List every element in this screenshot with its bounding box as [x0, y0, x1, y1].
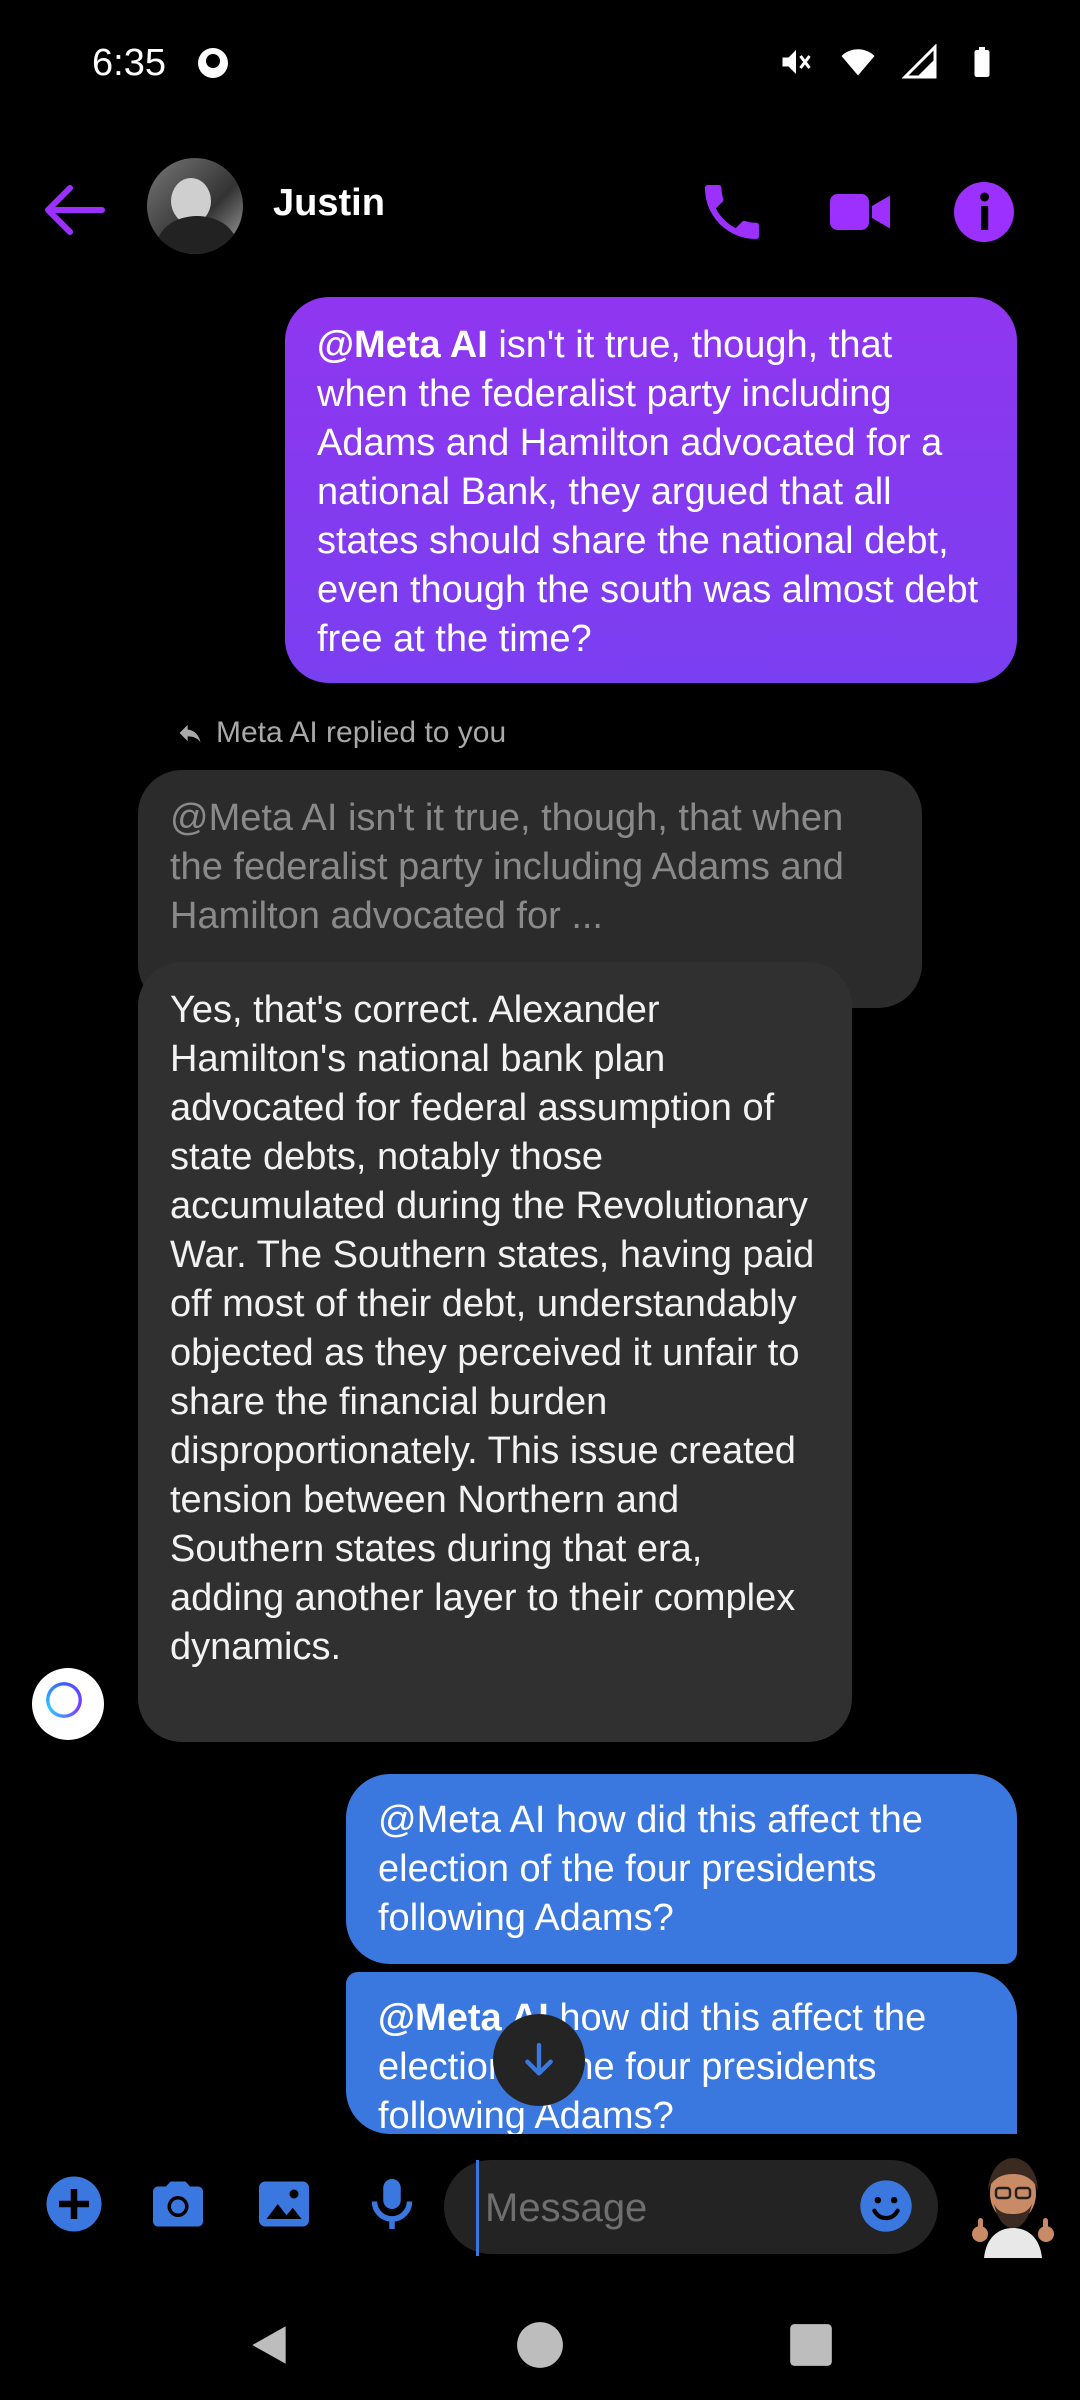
message-text: @Meta AI how did this affect the electio…: [378, 1799, 923, 1939]
mention-meta-ai[interactable]: @Meta AI: [317, 324, 488, 366]
notification-icon: [198, 48, 228, 78]
reply-label-text: Meta AI replied to you: [216, 716, 507, 749]
mute-icon: [782, 50, 811, 74]
info-icon[interactable]: [948, 176, 1020, 248]
status-bar: 6:35: [0, 0, 1080, 140]
contact-avatar[interactable]: [147, 158, 243, 254]
gallery-icon[interactable]: [254, 2174, 314, 2234]
chat-header: Justin: [0, 150, 1080, 270]
system-nav-bar: [0, 2284, 1080, 2400]
outgoing-message[interactable]: @Meta AI how did this affect the electio…: [346, 1774, 1017, 1964]
meta-ai-ring-icon: [46, 1682, 82, 1718]
nav-home-icon[interactable]: [515, 2320, 565, 2370]
contact-name[interactable]: Justin: [273, 182, 385, 225]
wifi-icon: [841, 49, 875, 76]
message-input[interactable]: [476, 2160, 847, 2256]
emoji-icon[interactable]: [858, 2178, 914, 2234]
reply-arrow-icon: [179, 724, 201, 743]
phone-call-icon[interactable]: [696, 176, 768, 248]
plus-icon[interactable]: [44, 2174, 104, 2234]
signal-icon: [902, 44, 937, 79]
message-text: Yes, that's correct. Alexander Hamilton'…: [170, 989, 815, 1668]
nav-recents-icon[interactable]: [786, 2320, 836, 2370]
avatar-sticker-icon[interactable]: [970, 2154, 1056, 2258]
incoming-ai-message[interactable]: Yes, that's correct. Alexander Hamilton'…: [138, 962, 852, 1742]
outgoing-message[interactable]: @Meta AI isn't it true, though, that whe…: [285, 297, 1017, 683]
message-text: isn't it true, though, that when the fed…: [317, 324, 979, 660]
message-field[interactable]: [444, 2160, 938, 2256]
battery-icon: [974, 47, 990, 77]
quoted-message-text: @Meta AI isn't it true, though, that whe…: [170, 797, 844, 937]
back-arrow-icon[interactable]: [40, 180, 110, 240]
message-composer: [0, 2134, 1080, 2284]
status-icons: [778, 44, 1000, 80]
nav-back-icon[interactable]: [244, 2320, 294, 2370]
reply-label: Meta AI replied to you: [174, 716, 506, 750]
meta-ai-avatar[interactable]: [32, 1668, 104, 1740]
video-call-icon[interactable]: [824, 176, 896, 248]
outgoing-message[interactable]: @Meta AI how did this affect the electio…: [346, 1972, 1017, 2134]
camera-icon[interactable]: [148, 2174, 208, 2234]
scroll-to-bottom-button[interactable]: [493, 2014, 585, 2106]
microphone-icon[interactable]: [362, 2174, 422, 2234]
status-time: 6:35: [92, 42, 166, 84]
arrow-down-icon: [525, 2042, 553, 2076]
